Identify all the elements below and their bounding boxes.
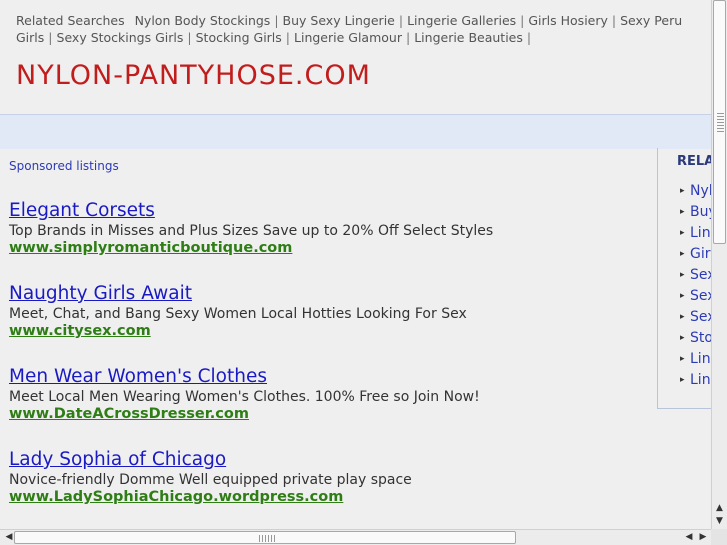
header-band bbox=[0, 114, 711, 149]
separator: | bbox=[48, 30, 53, 45]
related-link[interactable]: Nylon Body Stockings bbox=[135, 13, 271, 28]
horizontal-scroll-thumb[interactable] bbox=[14, 531, 516, 544]
ad-listing: Men Wear Women's Clothes Meet Local Men … bbox=[9, 366, 649, 423]
scroll-left-arrow-icon[interactable]: ◀ bbox=[682, 530, 696, 545]
separator: | bbox=[274, 13, 279, 28]
related-link[interactable]: Lingerie Beauties bbox=[414, 30, 523, 45]
ad-description: Top Brands in Misses and Plus Sizes Save… bbox=[9, 223, 494, 239]
sidebar-item[interactable]: Sex bbox=[680, 307, 712, 328]
related-searches-bar: Related Searches Nylon Body Stockings | Bu… bbox=[0, 0, 711, 48]
related-link[interactable]: Sexy Stockings Girls bbox=[57, 30, 184, 45]
ad-listing: Elegant Corsets Top Brands in Misses and… bbox=[9, 200, 649, 257]
ad-title-link[interactable]: Naughty Girls Await bbox=[9, 283, 649, 305]
ad-title-link[interactable]: Lady Sophia of Chicago bbox=[9, 449, 649, 471]
ad-url-link[interactable]: www.simplyromanticboutique.com bbox=[9, 240, 649, 257]
sidebar-item[interactable]: Nyl bbox=[680, 181, 712, 202]
ad-description: Novice-friendly Domme Well equipped priv… bbox=[9, 472, 412, 488]
separator: | bbox=[526, 30, 532, 45]
grip-icon bbox=[717, 113, 724, 133]
horizontal-scrollbar[interactable]: ◀ ◀ ▶ bbox=[0, 529, 711, 545]
ad-description: Meet Local Men Wearing Women's Clothes. … bbox=[9, 389, 480, 405]
related-sidebar: RELA Nyl Buy Lin Girl Sex Sex Sex Sto Li… bbox=[657, 148, 712, 409]
ad-listing: Lady Sophia of Chicago Novice-friendly D… bbox=[9, 449, 649, 506]
ad-title-link[interactable]: Elegant Corsets bbox=[9, 200, 649, 222]
sidebar-list: Nyl Buy Lin Girl Sex Sex Sex Sto Lin Lin bbox=[680, 181, 712, 391]
ad-url-link[interactable]: www.DateACrossDresser.com bbox=[9, 406, 649, 423]
ad-description: Meet, Chat, and Bang Sexy Women Local Ho… bbox=[9, 306, 467, 322]
related-link[interactable]: Stocking Girls bbox=[196, 30, 282, 45]
separator: | bbox=[405, 30, 411, 45]
scroll-down-arrow-icon[interactable]: ▼ bbox=[712, 514, 727, 529]
vertical-scrollbar[interactable]: ▲ ▼ bbox=[711, 0, 727, 529]
sidebar-item[interactable]: Lin bbox=[680, 349, 712, 370]
sidebar-item[interactable]: Sex bbox=[680, 265, 712, 286]
sponsored-label: Sponsored listings bbox=[9, 159, 119, 173]
sidebar-item[interactable]: Sex bbox=[680, 286, 712, 307]
vertical-scroll-thumb[interactable] bbox=[713, 0, 726, 244]
sidebar-item[interactable]: Buy bbox=[680, 202, 712, 223]
separator: | bbox=[285, 30, 291, 45]
scrollbar-corner bbox=[711, 529, 727, 545]
related-searches-label: Related Searches bbox=[16, 13, 125, 28]
sidebar-item[interactable]: Girl bbox=[680, 244, 712, 265]
separator: | bbox=[187, 30, 192, 45]
sidebar-heading: RELA bbox=[677, 154, 712, 169]
separator: | bbox=[520, 13, 525, 28]
sidebar-item[interactable]: Sto bbox=[680, 328, 712, 349]
related-link[interactable]: Buy Sexy Lingerie bbox=[283, 13, 395, 28]
grip-icon bbox=[259, 535, 275, 542]
ad-listing: Naughty Girls Await Meet, Chat, and Bang… bbox=[9, 283, 649, 340]
ad-url-link[interactable]: www.LadySophiaChicago.wordpress.com bbox=[9, 489, 649, 506]
separator: | bbox=[398, 13, 404, 28]
scroll-right-arrow-icon[interactable]: ▶ bbox=[696, 530, 710, 545]
sidebar-item[interactable]: Lin bbox=[680, 370, 712, 391]
sidebar-item[interactable]: Lin bbox=[680, 223, 712, 244]
related-link[interactable]: Girls Hosiery bbox=[528, 13, 608, 28]
related-link[interactable]: Lingerie Galleries bbox=[407, 13, 516, 28]
ad-url-link[interactable]: www.citysex.com bbox=[9, 323, 649, 340]
ad-title-link[interactable]: Men Wear Women's Clothes bbox=[9, 366, 649, 388]
separator: | bbox=[611, 13, 617, 28]
related-link[interactable]: Lingerie Glamour bbox=[294, 30, 402, 45]
site-title[interactable]: NYLON-PANTYHOSE.COM bbox=[16, 60, 371, 91]
